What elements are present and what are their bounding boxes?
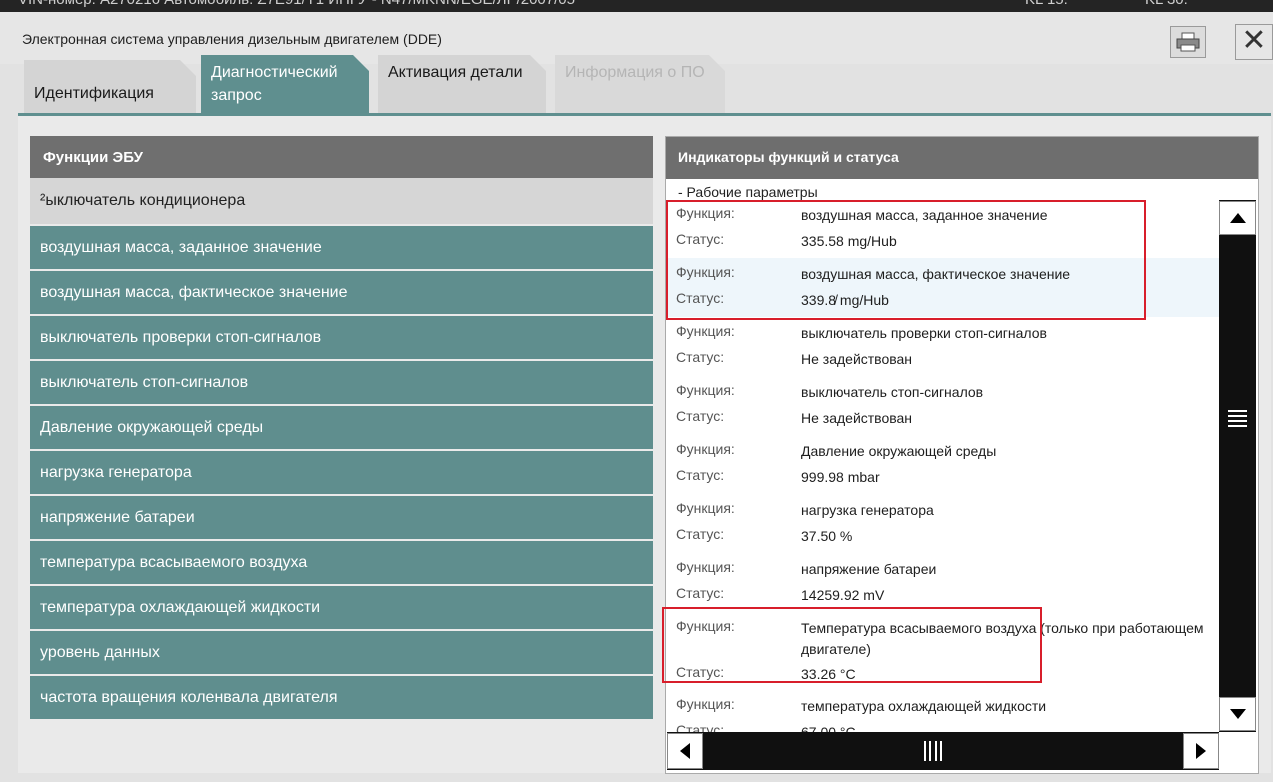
function-value: нагрузка генератора — [801, 502, 934, 518]
scroll-thumb-grip-icon[interactable] — [1228, 410, 1247, 427]
highlight-box-intake-temp — [662, 607, 1042, 683]
status-label: Статус: — [676, 467, 725, 483]
close-button[interactable]: ✕ — [1235, 24, 1273, 60]
function-label: Функция: — [676, 500, 735, 516]
list-item[interactable]: ²ыключатель кондиционера — [30, 178, 653, 224]
function-label: Функция: — [676, 323, 735, 339]
scroll-left-button[interactable] — [667, 733, 703, 769]
status-entry: Функция: выключатель стоп-сигналов Стату… — [666, 376, 1219, 435]
list-item[interactable]: температура всасываемого воздуха — [30, 541, 653, 584]
list-item[interactable]: Давление окружающей среды — [30, 406, 653, 449]
arrow-right-icon — [1196, 743, 1206, 759]
ecu-functions-header: Функции ЭБУ — [30, 136, 653, 178]
arrow-down-icon — [1229, 709, 1246, 719]
status-label: Статус: — [676, 349, 725, 365]
arrow-left-icon — [680, 743, 690, 759]
horizontal-scrollbar[interactable] — [667, 732, 1219, 770]
function-value: Давление окружающей среды — [801, 443, 997, 459]
tab-identification[interactable]: Идентификация — [24, 60, 196, 113]
scroll-up-button[interactable] — [1219, 201, 1256, 235]
group-heading[interactable]: - Рабочие параметры — [666, 179, 1258, 200]
status-value: 14259.92 mV — [801, 587, 885, 603]
close-icon: ✕ — [1241, 24, 1267, 57]
scroll-down-button[interactable] — [1219, 697, 1256, 731]
list-item[interactable]: напряжение батареи — [30, 496, 653, 539]
function-value: напряжение батареи — [801, 561, 937, 577]
print-button[interactable] — [1170, 26, 1206, 58]
list-item[interactable]: выключатель стоп-сигналов — [30, 361, 653, 404]
status-value: 999.98 mbar — [801, 469, 880, 485]
list-item[interactable]: нагрузка генератора — [30, 451, 653, 494]
vertical-scrollbar[interactable] — [1219, 200, 1256, 732]
function-value: температура охлаждающей жидкости — [801, 698, 1047, 714]
scroll-right-button[interactable] — [1183, 733, 1219, 769]
list-item[interactable]: воздушная масса, фактическое значение — [30, 271, 653, 314]
status-entry: Функция: нагрузка генератора Статус: 37.… — [666, 494, 1219, 553]
hscroll-thumb-grip-icon[interactable] — [924, 741, 942, 761]
list-item[interactable]: частота вращения коленвала двигателя — [30, 676, 653, 719]
list-item[interactable]: температура охлаждающей жидкости — [30, 586, 653, 629]
kl30-label: KL 30: — [1145, 0, 1188, 8]
status-indicators-header: Индикаторы функций и статуса — [666, 137, 1258, 179]
status-entry: Функция: выключатель проверки стоп-сигна… — [666, 317, 1219, 376]
tab-component-activation[interactable]: Активация детали — [378, 55, 546, 113]
status-value: Не задействован — [801, 410, 913, 426]
status-entry: Функция: напряжение батареи Статус: 1425… — [666, 553, 1219, 612]
function-label: Функция: — [676, 696, 735, 712]
arrow-up-icon — [1229, 213, 1246, 223]
highlight-box-air-mass — [666, 200, 1146, 320]
status-entry: Функция: Давление окружающей среды Стату… — [666, 435, 1219, 494]
status-label: Статус: — [676, 585, 725, 601]
status-value: Не задействован — [801, 351, 913, 367]
top-status-bar: VIN-номер: A270216 Автомобиль: Z7E91/Y1 … — [0, 0, 1273, 12]
vehicle-info-text: VIN-номер: A270216 Автомобиль: Z7E91/Y1 … — [18, 0, 575, 8]
window-title: Электронная система управления дизельным… — [22, 31, 442, 47]
function-label: Функция: — [676, 441, 735, 457]
status-value: 37.50 % — [801, 528, 853, 544]
ecu-functions-list: Функции ЭБУ ²ыключатель кондиционера воз… — [30, 136, 653, 719]
kl15-label: KL 15: — [1025, 0, 1068, 8]
list-item[interactable]: воздушная масса, заданное значение — [30, 226, 653, 269]
status-label: Статус: — [676, 408, 725, 424]
list-item[interactable]: выключатель проверки стоп-сигналов — [30, 316, 653, 359]
function-label: Функция: — [676, 559, 735, 575]
list-item[interactable]: уровень данных — [30, 631, 653, 674]
status-label: Статус: — [676, 526, 725, 542]
tab-software-info: Информация о ПО — [555, 55, 725, 113]
function-value: выключатель стоп-сигналов — [801, 384, 984, 400]
function-value: выключатель проверки стоп-сигналов — [801, 325, 1047, 341]
printer-icon — [1176, 32, 1200, 52]
scrollbar-corner — [1219, 732, 1256, 770]
tab-diagnostic-query[interactable]: Диагностический запрос — [201, 55, 369, 115]
function-label: Функция: — [676, 382, 735, 398]
